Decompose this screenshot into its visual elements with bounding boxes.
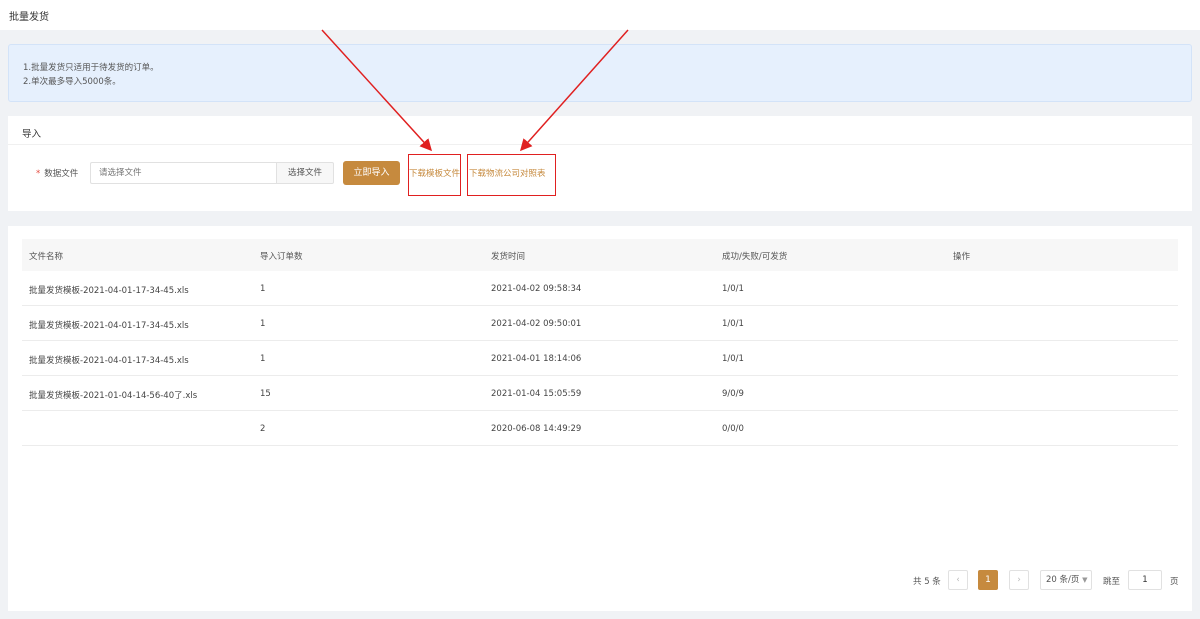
- cell-order-count: 1: [260, 354, 266, 364]
- prev-page-button[interactable]: ‹: [948, 570, 968, 590]
- import-card: 导入 *数据文件 选择文件 立即导入 下载模板文件 下载物流公司对照表: [8, 116, 1192, 211]
- page-size-select[interactable]: 20 条/页 ▼: [1040, 570, 1092, 590]
- chevron-right-icon: ›: [1017, 575, 1021, 585]
- cell-filename: 批量发货模板-2021-04-01-17-34-45.xls: [29, 286, 189, 296]
- import-now-button[interactable]: 立即导入: [343, 161, 400, 185]
- cell-ship-time: 2021-04-02 09:50:01: [491, 319, 582, 329]
- choose-file-button[interactable]: 选择文件: [276, 162, 334, 184]
- pagination-total: 共 5 条: [913, 577, 941, 587]
- chevron-left-icon: ‹: [956, 575, 960, 585]
- notice-line-1: 1.批量发货只适用于待发货的订单。: [23, 63, 159, 73]
- column-header-actions: 操作: [953, 252, 971, 262]
- table-row: 批量发货模板-2021-01-04-14-56-40了.xls 15 2021-…: [22, 376, 1178, 411]
- annotation-box-logistics: [467, 154, 556, 196]
- cell-order-count: 1: [260, 319, 266, 329]
- page-unit-label: 页: [1170, 577, 1179, 587]
- cell-ship-time: 2020-06-08 14:49:29: [491, 424, 582, 434]
- cell-filename: 批量发货模板-2021-04-01-17-34-45.xls: [29, 356, 189, 366]
- cell-result: 1/0/1: [722, 354, 744, 364]
- next-page-button[interactable]: ›: [1009, 570, 1029, 590]
- cell-result: 9/0/9: [722, 389, 744, 399]
- cell-ship-time: 2021-04-01 18:14:06: [491, 354, 582, 364]
- divider: [8, 144, 1192, 145]
- import-section-title: 导入: [22, 129, 42, 140]
- cell-order-count: 15: [260, 389, 271, 399]
- column-header-order-count: 导入订单数: [260, 252, 303, 262]
- table-row: 批量发货模板-2021-04-01-17-34-45.xls 1 2021-04…: [22, 271, 1178, 306]
- column-header-ship-time: 发货时间: [491, 252, 526, 262]
- page-size-label: 20 条/页: [1046, 575, 1080, 585]
- cell-result: 0/0/0: [722, 424, 744, 434]
- cell-result: 1/0/1: [722, 319, 744, 329]
- cell-result: 1/0/1: [722, 284, 744, 294]
- cell-order-count: 2: [260, 424, 266, 434]
- cell-filename: 批量发货模板-2021-04-01-17-34-45.xls: [29, 321, 189, 331]
- table-header: 文件名称 导入订单数 发货时间 成功/失败/可发货 操作: [22, 239, 1178, 271]
- required-mark: *: [36, 169, 41, 179]
- file-field-label: * 数据文件: [36, 167, 78, 179]
- column-header-filename: 文件名称: [29, 252, 64, 262]
- history-table-card: 文件名称 导入订单数 发货时间 成功/失败/可发货 操作 批量发货模板-2021…: [8, 226, 1192, 611]
- table-row: 2 2020-06-08 14:49:29 0/0/0: [22, 411, 1178, 446]
- page-button-1[interactable]: 1: [978, 570, 998, 590]
- chevron-down-icon: ▼: [1082, 576, 1088, 584]
- table-row: 批量发货模板-2021-04-01-17-34-45.xls 1 2021-04…: [22, 341, 1178, 376]
- file-input[interactable]: [90, 162, 276, 184]
- jump-page-input[interactable]: 1: [1128, 570, 1162, 590]
- column-header-result: 成功/失败/可发货: [722, 252, 788, 262]
- cell-filename: 批量发货模板-2021-01-04-14-56-40了.xls: [29, 391, 198, 401]
- annotation-box-template: [408, 154, 461, 196]
- page-title: 批量发货: [9, 12, 49, 23]
- file-field-label-text: 数据文件: [44, 169, 79, 179]
- cell-ship-time: 2021-01-04 15:05:59: [491, 389, 582, 399]
- cell-order-count: 1: [260, 284, 266, 294]
- cell-ship-time: 2021-04-02 09:58:34: [491, 284, 582, 294]
- notice-line-2: 2.单次最多导入5000条。: [23, 77, 121, 87]
- table-row: 批量发货模板-2021-04-01-17-34-45.xls 1 2021-04…: [22, 306, 1178, 341]
- notice-box: 1.批量发货只适用于待发货的订单。 2.单次最多导入5000条。: [8, 44, 1192, 102]
- jump-label: 跳至: [1103, 577, 1121, 587]
- top-bar: 批量发货: [0, 0, 1200, 30]
